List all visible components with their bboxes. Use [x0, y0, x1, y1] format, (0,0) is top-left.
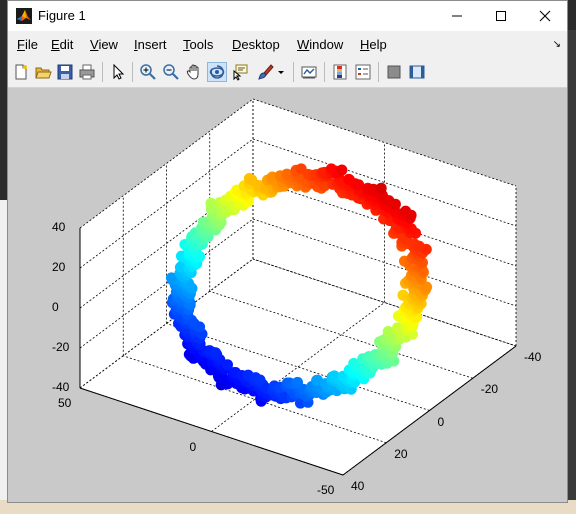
data-point: [255, 375, 266, 386]
minimize-button[interactable]: [435, 1, 479, 31]
zoom-in-icon[interactable]: [139, 63, 157, 81]
figure-window: Figure 1 File Edit View Insert Tools Des…: [7, 0, 568, 503]
menu-window[interactable]: Window: [297, 37, 343, 52]
data-point: [421, 244, 432, 255]
colorbar-icon[interactable]: [331, 63, 349, 81]
y-tick-label: 50: [58, 396, 71, 410]
z-tick-label: 0: [52, 300, 59, 314]
menu-file[interactable]: File: [17, 37, 38, 52]
menu-tools[interactable]: Tools: [183, 37, 213, 52]
axes-box-back: [80, 99, 516, 475]
legend-icon[interactable]: [354, 63, 372, 81]
data-point: [336, 165, 347, 176]
link-plot-icon[interactable]: [300, 63, 318, 81]
edit-plot-icon[interactable]: [109, 63, 127, 81]
dock-figure-icon[interactable]: ↘: [553, 39, 561, 50]
z-tick-label: -20: [52, 340, 69, 354]
save-icon[interactable]: [56, 63, 74, 81]
minimize-icon: [451, 10, 463, 22]
x-tick-label: -40: [524, 350, 541, 364]
data-point: [222, 359, 233, 370]
data-point: [400, 206, 411, 217]
background-app-edge-right: [568, 30, 576, 500]
x-tick-label: 20: [394, 447, 407, 461]
close-button[interactable]: [523, 1, 567, 31]
data-point: [296, 163, 307, 174]
brush-dropdown-icon[interactable]: [276, 63, 286, 81]
print-icon[interactable]: [78, 63, 96, 81]
menu-help[interactable]: Help: [360, 37, 387, 52]
axes-3d[interactable]: [8, 88, 567, 502]
menu-bar: File Edit View Insert Tools Desktop Wind…: [8, 31, 567, 57]
menu-insert[interactable]: Insert: [134, 37, 167, 52]
toolbar-separator: [378, 62, 379, 82]
brush-icon[interactable]: [256, 63, 274, 81]
z-tick-label: 40: [52, 220, 65, 234]
data-point: [344, 174, 355, 185]
show-plot-tools-icon[interactable]: [408, 63, 426, 81]
title-bar[interactable]: Figure 1: [8, 1, 567, 31]
rotate-3d-icon[interactable]: [208, 63, 226, 81]
toolbar-separator: [293, 62, 294, 82]
new-figure-icon[interactable]: [12, 63, 30, 81]
maximize-icon: [495, 10, 507, 22]
zoom-out-icon[interactable]: [162, 63, 180, 81]
data-point: [292, 377, 303, 388]
toolbar-separator: [324, 62, 325, 82]
menu-view[interactable]: View: [90, 37, 118, 52]
maximize-button[interactable]: [479, 1, 523, 31]
z-tick-label: -40: [52, 380, 69, 394]
toolbar-separator: [132, 62, 133, 82]
open-file-icon[interactable]: [34, 63, 52, 81]
figure-toolbar: [8, 57, 567, 88]
x-tick-label: 40: [351, 479, 364, 493]
pan-icon[interactable]: [185, 63, 203, 81]
matlab-logo-icon: [16, 8, 32, 24]
x-tick-label: -20: [481, 382, 498, 396]
toolbar-separator: [102, 62, 103, 82]
data-point: [376, 183, 387, 194]
x-tick-label: 0: [438, 415, 445, 429]
window-title: Figure 1: [38, 8, 86, 23]
menu-desktop[interactable]: Desktop: [232, 37, 280, 52]
y-tick-label: 0: [190, 440, 197, 454]
data-point: [210, 347, 221, 358]
figure-canvas[interactable]: 40 20 0 -20 -40 50 0 -50 -40 -20 0 20 40: [8, 88, 567, 502]
hide-plot-tools-icon[interactable]: [385, 63, 403, 81]
y-tick-label: -50: [317, 483, 334, 497]
close-icon: [539, 10, 551, 22]
z-tick-label: 20: [52, 260, 65, 274]
menu-edit[interactable]: Edit: [51, 37, 73, 52]
data-point: [390, 199, 401, 210]
data-cursor-icon[interactable]: [231, 63, 249, 81]
